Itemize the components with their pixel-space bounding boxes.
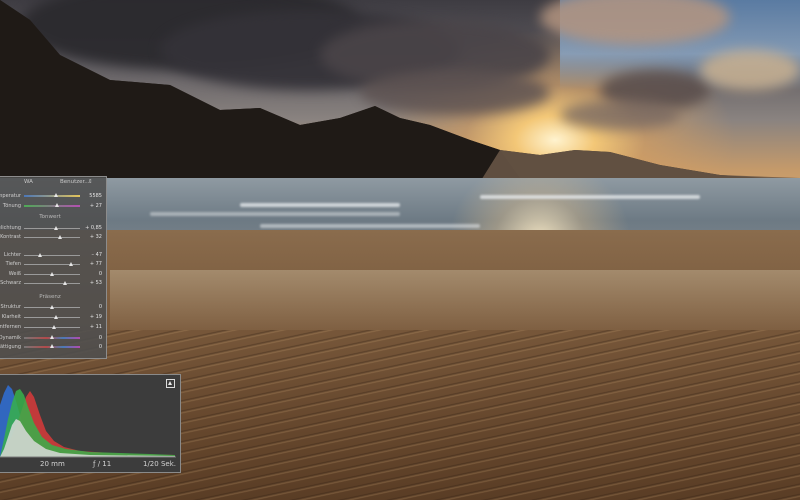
adjustment-row: Sättigung 0: [0, 343, 107, 352]
slider-handle[interactable]: [58, 235, 63, 239]
slider-label: Dynamik: [0, 335, 21, 341]
slider-handle[interactable]: [53, 193, 58, 197]
section-title[interactable]: Präsenz: [0, 294, 100, 300]
slider-handle[interactable]: [49, 272, 54, 276]
slider-handle[interactable]: [49, 344, 54, 348]
slider-value[interactable]: + 19: [90, 313, 102, 322]
slider-track[interactable]: [24, 335, 80, 339]
slider-label: Tiefen: [5, 261, 21, 267]
dropdown-arrow-icon[interactable]: ⇕: [88, 178, 93, 187]
slider-value[interactable]: + 32: [90, 233, 102, 242]
adjustment-row: Temperatur 5585: [0, 192, 107, 201]
slider-value[interactable]: 0: [99, 343, 102, 352]
slider-handle[interactable]: [53, 226, 58, 230]
focal-length-readout: 20 mm: [40, 460, 65, 468]
slider-label: Schwarz: [0, 280, 21, 286]
slider-value[interactable]: 0: [99, 334, 102, 343]
slider-handle[interactable]: [53, 315, 58, 319]
slider-value[interactable]: + 53: [90, 279, 102, 288]
adjustment-row: Schwarz + 53: [0, 279, 107, 288]
slider-value[interactable]: + 27: [90, 202, 102, 211]
wave-foam: [240, 203, 400, 207]
adjustment-row: Struktur 0: [0, 303, 107, 312]
slider-value[interactable]: + 11: [90, 323, 102, 332]
adjustment-row: Belichtung + 0,85: [0, 224, 107, 233]
adjustment-row: Tönung + 27: [0, 202, 107, 211]
histogram-panel: 20 mm ƒ / 11 1/20 Sek.: [0, 374, 181, 473]
slider-label: Tönung: [2, 203, 21, 209]
slider-label: Weiß: [8, 271, 21, 277]
slider-track[interactable]: [24, 281, 80, 285]
wave-foam: [260, 224, 480, 228]
slider-value[interactable]: + 77: [90, 260, 102, 269]
slider-handle[interactable]: [49, 305, 54, 309]
slider-track[interactable]: [24, 253, 80, 257]
slider-label: Temperatur: [0, 193, 21, 199]
slider-track[interactable]: [24, 344, 80, 348]
adjustment-row: Dunst entfernen + 11: [0, 323, 107, 332]
wave-foam: [150, 212, 400, 216]
slider-handle[interactable]: [52, 325, 57, 329]
slider-handle[interactable]: [49, 335, 54, 339]
slider-value[interactable]: 0: [99, 270, 102, 279]
slider-label: Lichter: [3, 252, 21, 258]
slider-label: Klarheit: [1, 314, 21, 320]
slider-handle[interactable]: [69, 262, 74, 266]
slider-track[interactable]: [24, 325, 80, 329]
adjustment-row: Weiß 0: [0, 270, 107, 279]
slider-label: Kontrast: [0, 234, 21, 240]
section-title[interactable]: Tonwert: [0, 214, 100, 220]
adjustment-row: Lichter – 47: [0, 251, 107, 260]
slider-track[interactable]: [24, 203, 80, 207]
aperture-readout: ƒ / 11: [93, 460, 112, 468]
slider-track[interactable]: [24, 226, 80, 230]
slider-label: Struktur: [0, 304, 21, 310]
slider-handle[interactable]: [38, 253, 43, 257]
slider-label: Dunst entfernen: [0, 324, 21, 330]
slider-value[interactable]: – 47: [92, 251, 102, 260]
wet-sand: [110, 270, 800, 330]
slider-value[interactable]: + 0,85: [85, 224, 102, 233]
white-balance-label: WA: [24, 179, 33, 185]
slider-handle[interactable]: [62, 281, 67, 285]
shutter-speed-readout: 1/20 Sek.: [143, 460, 176, 468]
adjustment-row: Kontrast + 32: [0, 233, 107, 242]
slider-handle[interactable]: [55, 203, 60, 207]
basic-adjustments-panel: WA Benutzer... ⇕ Temperatur 5585 Tönung + 2…: [0, 176, 107, 359]
slider-track[interactable]: [24, 193, 80, 197]
slider-track[interactable]: [24, 272, 80, 276]
adjustment-row: Dynamik 0: [0, 334, 107, 343]
wave-foam: [480, 195, 700, 199]
slider-value[interactable]: 0: [99, 303, 102, 312]
slider-track[interactable]: [24, 305, 80, 309]
slider-value[interactable]: 5585: [89, 192, 102, 201]
white-balance-preset-dropdown[interactable]: Benutzer...: [60, 178, 90, 187]
slider-label: Sättigung: [0, 344, 21, 350]
slider-track[interactable]: [24, 315, 80, 319]
slider-label: Belichtung: [0, 225, 21, 231]
adjustment-row: Klarheit + 19: [0, 313, 107, 322]
slider-track[interactable]: [24, 262, 80, 266]
adjustment-row: Tiefen + 77: [0, 260, 107, 269]
highlight-clipping-icon[interactable]: [166, 379, 175, 388]
slider-track[interactable]: [24, 235, 80, 239]
mountain-range: [0, 0, 800, 200]
